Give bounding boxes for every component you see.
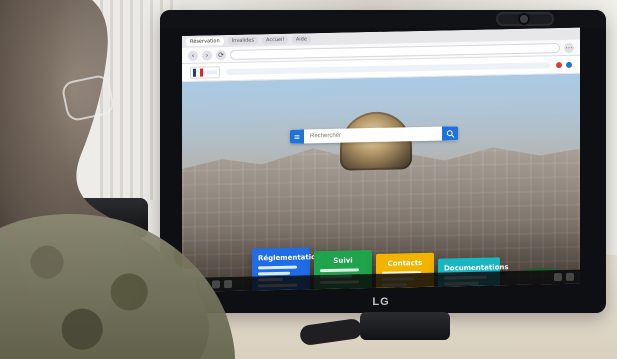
- monitor-screen: Réservation Invalides Accueil Aide ‹ › ⟳…: [182, 27, 580, 293]
- taskbar-spacer: [236, 277, 550, 284]
- browser-tab[interactable]: Aide: [291, 35, 311, 44]
- browser-tab[interactable]: Invalides: [227, 36, 258, 46]
- tile-line: [444, 287, 487, 292]
- browser-tab[interactable]: Réservation: [186, 37, 224, 46]
- header-strip: [226, 61, 550, 75]
- tile-line: [320, 268, 360, 273]
- website-content: ≡ Réglementation: [182, 55, 580, 293]
- tile-title: Contacts: [387, 258, 423, 268]
- site-search: ≡: [290, 126, 458, 144]
- search-input[interactable]: [304, 126, 442, 144]
- system-tray-icon[interactable]: [566, 272, 574, 281]
- tile-title: Réglementation: [258, 253, 321, 263]
- government-logo[interactable]: [190, 65, 220, 79]
- search-icon: [446, 129, 454, 138]
- search-button[interactable]: [442, 126, 458, 141]
- webcam-icon: [496, 12, 554, 26]
- forward-icon[interactable]: ›: [202, 49, 212, 61]
- browser-window: Réservation Invalides Accueil Aide ‹ › ⟳…: [182, 27, 580, 293]
- tile-line: [258, 265, 298, 270]
- task-icon[interactable]: [224, 279, 232, 289]
- system-tray-icon[interactable]: [554, 273, 562, 282]
- menu-icon[interactable]: ≡: [290, 129, 304, 144]
- browser-tab[interactable]: Accueil: [261, 35, 288, 45]
- notification-icon[interactable]: [556, 61, 562, 68]
- flag-icon: [193, 68, 203, 77]
- tile-title: Suivi: [333, 256, 353, 265]
- monitor-stand: [360, 312, 450, 340]
- back-icon[interactable]: ‹: [188, 50, 198, 61]
- reload-icon[interactable]: ⟳: [216, 49, 226, 60]
- logo-text-placeholder: [205, 69, 217, 75]
- extensions-icon[interactable]: ⋯: [564, 42, 574, 53]
- user-icon[interactable]: [566, 61, 572, 68]
- monitor-brand-logo: LG: [372, 296, 390, 308]
- header-icons: [556, 61, 572, 68]
- monitor: Réservation Invalides Accueil Aide ‹ › ⟳…: [160, 10, 606, 313]
- scene: Réservation Invalides Accueil Aide ‹ › ⟳…: [0, 0, 617, 359]
- task-icon[interactable]: [212, 280, 220, 289]
